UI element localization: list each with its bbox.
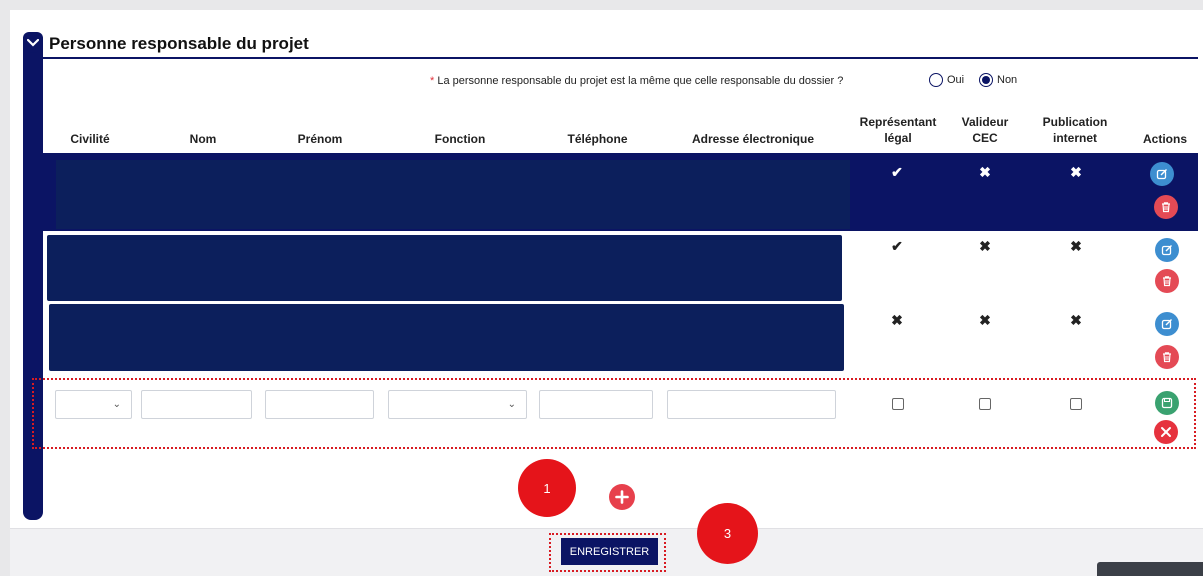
- corner-tab: [1097, 562, 1203, 576]
- header-nom: Nom: [189, 132, 217, 146]
- header-valideur-line2: CEC: [972, 131, 998, 145]
- trash-icon[interactable]: [1155, 345, 1179, 369]
- cross-icon: ✖: [979, 312, 991, 328]
- header-representant-legal: Représentant légal: [853, 114, 943, 146]
- section-divider: [43, 57, 1198, 59]
- cross-icon: ✖: [1070, 164, 1082, 180]
- section-title: Personne responsable du projet: [49, 34, 309, 53]
- trash-icon[interactable]: [1155, 269, 1179, 293]
- save-button[interactable]: ENREGISTRER: [561, 538, 658, 565]
- cancel-row-icon[interactable]: [1154, 420, 1178, 444]
- same-person-question: * La personne responsable du projet est …: [430, 75, 843, 87]
- save-row-icon[interactable]: [1155, 391, 1179, 415]
- prenom-input[interactable]: [265, 390, 374, 419]
- annotation-badge-3: 3: [697, 503, 758, 564]
- header-actions: Actions: [1142, 132, 1187, 146]
- radio-oui-circle[interactable]: [929, 73, 943, 87]
- check-icon: ✔: [891, 238, 903, 254]
- cross-icon: ✖: [979, 238, 991, 254]
- header-email: Adresse électronique: [691, 132, 815, 146]
- edit-icon[interactable]: [1155, 312, 1179, 336]
- header-representant-line1: Représentant: [859, 115, 937, 129]
- publication-internet-checkbox[interactable]: [1070, 398, 1082, 410]
- header-publication-internet: Publication internet: [1035, 114, 1115, 146]
- header-prenom: Prénom: [297, 132, 343, 146]
- chevron-down-icon: ⌄: [112, 399, 121, 410]
- check-icon: ✔: [891, 164, 903, 180]
- radio-non-label: Non: [997, 74, 1018, 86]
- radio-non[interactable]: Non: [979, 73, 1017, 87]
- header-valideur-cec: Valideur CEC: [950, 114, 1020, 146]
- redacted-row-content: [56, 160, 850, 229]
- radio-oui[interactable]: Oui: [929, 73, 964, 87]
- header-valideur-line1: Valideur: [961, 115, 1009, 129]
- radio-selected-dot: [982, 76, 990, 84]
- header-publication-line1: Publication: [1042, 115, 1108, 129]
- cross-icon: ✖: [891, 312, 903, 328]
- cross-icon: ✖: [1070, 312, 1082, 328]
- fonction-select[interactable]: ⌄: [388, 390, 527, 419]
- valideur-cec-checkbox[interactable]: [979, 398, 991, 410]
- trash-icon[interactable]: [1154, 195, 1178, 219]
- question-text: La personne responsable du projet est la…: [437, 75, 844, 87]
- header-fonction: Fonction: [434, 132, 486, 146]
- header-telephone: Téléphone: [567, 132, 628, 146]
- edit-icon[interactable]: [1155, 238, 1179, 262]
- nom-input[interactable]: [141, 390, 252, 419]
- telephone-input[interactable]: [539, 390, 653, 419]
- email-input[interactable]: [667, 390, 836, 419]
- edit-icon[interactable]: [1150, 162, 1174, 186]
- redacted-row-content: [49, 304, 844, 371]
- required-marker: *: [430, 75, 435, 87]
- chevron-down-icon: ⌄: [507, 399, 516, 410]
- representant-legal-checkbox[interactable]: [892, 398, 904, 410]
- add-row-icon[interactable]: [609, 484, 635, 510]
- cross-icon: ✖: [979, 164, 991, 180]
- chevron-down-icon[interactable]: [23, 33, 43, 53]
- cross-icon: ✖: [1070, 238, 1082, 254]
- header-civilite: Civilité: [70, 132, 110, 146]
- radio-non-circle[interactable]: [979, 73, 993, 87]
- radio-oui-label: Oui: [947, 74, 965, 86]
- civilite-select[interactable]: ⌄: [55, 390, 132, 419]
- header-publication-line2: internet: [1052, 131, 1097, 145]
- header-representant-line2: légal: [884, 131, 912, 145]
- annotation-badge-1: 1: [518, 459, 576, 517]
- redacted-row-content: [47, 235, 842, 301]
